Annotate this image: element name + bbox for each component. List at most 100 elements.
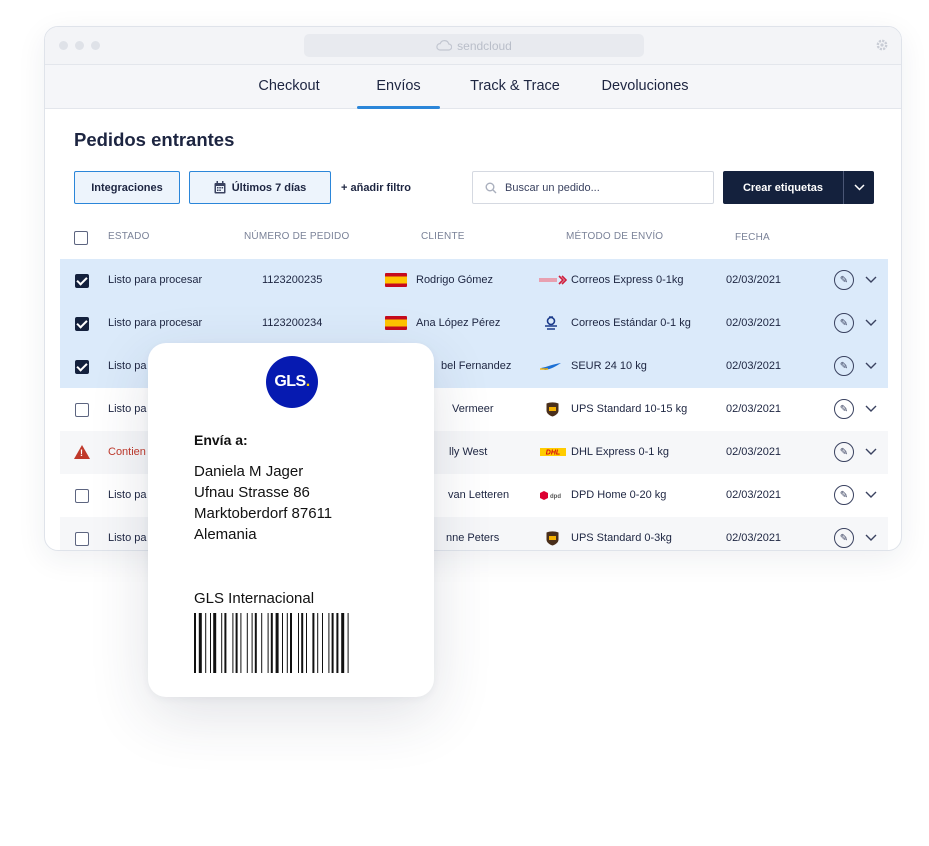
row-customer: van Letteren: [448, 489, 510, 501]
pencil-icon[interactable]: ✎: [834, 528, 854, 548]
tab-track-trace[interactable]: Track & Trace: [464, 65, 566, 109]
integrations-button[interactable]: Integraciones: [74, 171, 180, 204]
header-status: ESTADO: [108, 231, 150, 242]
create-labels-dropdown[interactable]: [843, 171, 874, 204]
svg-text:DHL: DHL: [546, 450, 560, 457]
chevron-down-icon[interactable]: [864, 444, 878, 458]
row-checkbox[interactable]: [75, 403, 89, 417]
table-header: ESTADO NÚMERO DE PEDIDO CLIENTE MÉTODO D…: [60, 223, 888, 253]
header-order-number: NÚMERO DE PEDIDO: [244, 231, 350, 242]
correos-icon: [542, 315, 560, 331]
seur-icon: [539, 358, 563, 374]
ups-icon: [545, 530, 559, 546]
address-line: Alemania: [194, 526, 257, 543]
page-title: Pedidos entrantes: [74, 129, 235, 150]
row-checkbox[interactable]: [75, 532, 89, 546]
row-customer: Ana López Pérez: [416, 317, 501, 329]
row-status: Listo pa: [108, 360, 147, 372]
tab-envios[interactable]: Envíos: [357, 65, 440, 109]
row-checkbox[interactable]: [75, 360, 89, 374]
row-order-number: 1123200235: [262, 274, 323, 286]
table-row[interactable]: Listo para procesar 1123200235 Rodrigo G…: [60, 259, 888, 302]
minimize-window-dot[interactable]: [75, 41, 84, 50]
row-customer: Rodrigo Gómez: [416, 274, 494, 286]
svg-text:dpd: dpd: [550, 494, 561, 500]
gls-logo: GLS.: [266, 356, 318, 408]
title-bar: sendcloud: [45, 27, 901, 65]
cloud-icon: [436, 40, 453, 51]
tab-devoluciones[interactable]: Devoluciones: [594, 65, 696, 109]
row-status: Listo pa: [108, 489, 147, 501]
row-shipping-method: Correos Estándar 0-1 kg: [571, 317, 691, 329]
header-customer: CLIENTE: [421, 231, 465, 242]
dpd-icon: dpd: [539, 487, 567, 503]
close-window-dot[interactable]: [59, 41, 68, 50]
date-filter-button[interactable]: Últimos 7 días: [189, 171, 331, 204]
pencil-icon[interactable]: ✎: [834, 399, 854, 419]
date-filter-label: Últimos 7 días: [231, 181, 307, 194]
row-customer: lly West: [449, 446, 488, 458]
row-date: 02/03/2021: [726, 532, 782, 544]
gear-icon[interactable]: [875, 38, 889, 52]
pencil-icon[interactable]: ✎: [834, 442, 854, 462]
address-text: sendcloud: [457, 38, 512, 53]
row-shipping-method: DPD Home 0-20 kg: [571, 489, 667, 501]
shipping-label-card: GLS. Envía a: Daniela M Jager Ufnau Stra…: [148, 343, 434, 697]
spain-flag-icon: [385, 316, 407, 330]
row-date: 02/03/2021: [726, 403, 782, 415]
header-date: FECHA: [735, 232, 770, 243]
header-shipping-method: MÉTODO DE ENVÍO: [566, 231, 664, 242]
maximize-window-dot[interactable]: [91, 41, 100, 50]
add-filter-link[interactable]: + añadir filtro: [341, 182, 411, 194]
ship-to-heading: Envía a:: [194, 432, 248, 448]
row-checkbox[interactable]: [75, 489, 89, 503]
calendar-icon: [214, 181, 226, 194]
create-labels-button[interactable]: Crear etiquetas: [723, 171, 843, 204]
row-date: 02/03/2021: [726, 274, 782, 286]
row-checkbox[interactable]: [75, 317, 89, 331]
row-status: Listo pa: [108, 403, 147, 415]
search-box[interactable]: [472, 171, 714, 204]
label-carrier-name: GLS Internacional: [194, 590, 315, 607]
chevron-down-icon[interactable]: [864, 487, 878, 501]
warning-icon: [74, 445, 90, 459]
pencil-icon[interactable]: ✎: [834, 356, 854, 376]
tab-checkout[interactable]: Checkout: [251, 65, 327, 109]
search-input[interactable]: [505, 181, 695, 194]
row-date: 02/03/2021: [726, 446, 782, 458]
pencil-icon[interactable]: ✎: [834, 270, 854, 290]
row-customer: Vermeer: [452, 403, 494, 415]
select-all-checkbox[interactable]: [74, 231, 88, 245]
row-status: Contien: [108, 446, 146, 458]
row-customer: bel Fernandez: [441, 360, 512, 372]
window-controls: [59, 41, 100, 50]
address-bar[interactable]: sendcloud: [304, 34, 644, 57]
pencil-icon[interactable]: ✎: [834, 313, 854, 333]
row-status: Listo pa: [108, 532, 147, 544]
chevron-down-icon[interactable]: [864, 530, 878, 544]
row-order-number: 1123200234: [262, 317, 323, 329]
chevron-down-icon[interactable]: [864, 272, 878, 286]
row-shipping-method: DHL Express 0-1 kg: [571, 446, 670, 458]
chevron-down-icon[interactable]: [864, 401, 878, 415]
address-line: Daniela M Jager: [194, 463, 304, 480]
ups-icon: [545, 401, 559, 417]
barcode-icon: [194, 613, 349, 673]
row-shipping-method: SEUR 24 10 kg: [571, 360, 647, 372]
search-icon: [485, 182, 497, 193]
row-shipping-method: Correos Express 0-1kg: [571, 274, 684, 286]
chevron-down-icon[interactable]: [864, 358, 878, 372]
row-shipping-method: UPS Standard 10-15 kg: [571, 403, 688, 415]
address-line: Marktoberdorf 87611: [194, 505, 333, 522]
chevron-down-icon[interactable]: [864, 315, 878, 329]
table-row[interactable]: Listo para procesar 1123200234 Ana López…: [60, 302, 888, 345]
correos-express-icon: [539, 272, 567, 288]
chevron-down-icon: [853, 184, 865, 191]
row-shipping-method: UPS Standard 0-3kg: [571, 532, 672, 544]
pencil-icon[interactable]: ✎: [834, 485, 854, 505]
row-date: 02/03/2021: [726, 360, 782, 372]
row-status: Listo para procesar: [108, 274, 203, 286]
row-date: 02/03/2021: [726, 317, 782, 329]
row-customer: nne Peters: [446, 532, 500, 544]
row-checkbox[interactable]: [75, 274, 89, 288]
